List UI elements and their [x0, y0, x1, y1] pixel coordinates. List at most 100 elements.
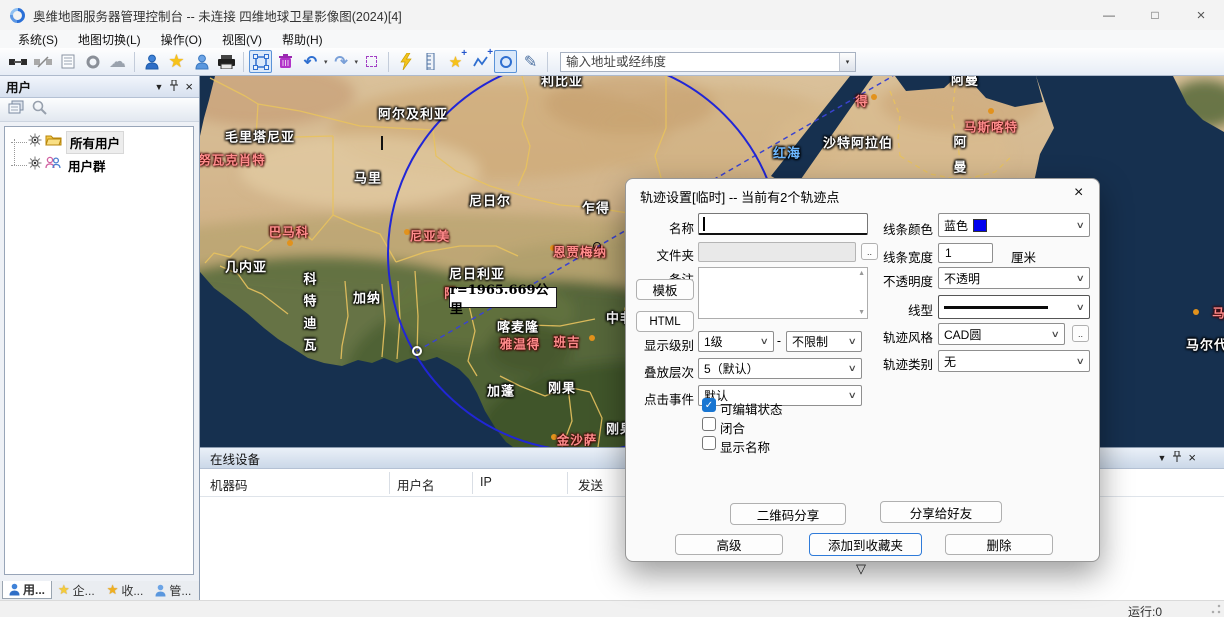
cloud-icon[interactable]: ☁	[106, 50, 129, 73]
dialog-close-icon[interactable]: ×	[1074, 184, 1083, 202]
disconnect-icon[interactable]	[31, 50, 54, 73]
add-favorite-icon[interactable]: ★+	[444, 50, 467, 73]
column-separator[interactable]	[472, 472, 473, 494]
menu-system[interactable]: 系统(S)	[8, 31, 68, 48]
track-point-marker[interactable]	[412, 346, 422, 356]
ruler-icon[interactable]	[419, 50, 442, 73]
panel-dropdown-icon[interactable]: ▼	[154, 82, 163, 92]
layers-icon[interactable]	[8, 100, 24, 119]
tree-item-user-groups[interactable]: 用户群	[11, 155, 109, 175]
editable-checkbox[interactable]: ✓	[702, 398, 716, 412]
column-header[interactable]: 用户名	[397, 475, 435, 494]
close-button[interactable]: ×	[1178, 0, 1224, 30]
add-favorite-button[interactable]: 添加到收藏夹	[809, 533, 922, 556]
column-separator[interactable]	[567, 472, 568, 494]
address-dropdown-icon[interactable]: ▾	[839, 53, 855, 71]
z-order-select[interactable]: 5（默认）∨	[698, 358, 862, 379]
qr-share-button[interactable]: 二维码分享	[730, 503, 846, 525]
minimize-button[interactable]: —	[1086, 0, 1132, 30]
user-icon[interactable]	[140, 50, 163, 73]
display-level-from-select[interactable]: 1级∨	[698, 331, 774, 352]
name-input[interactable]	[698, 213, 868, 235]
select-region-icon[interactable]	[360, 50, 383, 73]
track-class-select[interactable]: 无∨	[938, 350, 1090, 372]
display-level-to-select[interactable]: 不限制∨	[786, 331, 862, 352]
sync-icon[interactable]	[81, 50, 104, 73]
show-name-checkbox-label[interactable]: 显示名称	[720, 437, 770, 456]
advanced-button[interactable]: 高级	[675, 534, 783, 555]
column-header[interactable]: 发送	[578, 475, 603, 494]
column-header[interactable]: IP	[480, 475, 492, 489]
tab-favorites[interactable]: ★ 收...	[101, 581, 150, 599]
lightning-icon[interactable]	[394, 50, 417, 73]
show-name-checkbox[interactable]	[702, 436, 716, 450]
delete-button[interactable]: 删除	[945, 534, 1053, 555]
tab-admin[interactable]: 管...	[149, 581, 197, 599]
share-friend-button[interactable]: 分享给好友	[880, 501, 1002, 523]
panel-pin-icon[interactable]	[170, 78, 178, 96]
html-button[interactable]: HTML	[636, 311, 694, 332]
pencil-icon[interactable]: ✎	[519, 50, 542, 73]
line-type-label: 线型	[871, 300, 933, 319]
address-input[interactable]	[561, 55, 839, 69]
scroll-down-icon[interactable]: ▼	[858, 309, 865, 316]
remark-textarea[interactable]: ▲ ▼	[698, 267, 868, 319]
editable-checkbox-label[interactable]: 可编辑状态	[720, 399, 783, 418]
tab-enterprise[interactable]: ★ 企...	[52, 581, 101, 599]
dialog-expand-icon[interactable]: ▽	[856, 561, 866, 577]
closed-checkbox-label[interactable]: 闭合	[720, 418, 745, 437]
delete-icon[interactable]	[274, 50, 297, 73]
resize-grip[interactable]	[1211, 604, 1221, 614]
track-style-browse-button[interactable]: ..	[1072, 325, 1089, 342]
opacity-select[interactable]: 不透明∨	[938, 267, 1090, 289]
panel-close-icon[interactable]: ×	[185, 82, 193, 92]
column-header[interactable]: 机器码	[210, 475, 248, 494]
redo-icon[interactable]: ↷	[330, 50, 353, 73]
tab-users[interactable]: 用...	[2, 581, 52, 599]
connect-icon[interactable]	[6, 50, 29, 73]
city-dot	[988, 108, 994, 114]
printer-icon[interactable]	[215, 50, 238, 73]
report-list-icon[interactable]	[56, 50, 79, 73]
menu-help[interactable]: 帮助(H)	[272, 31, 333, 48]
panel-pin-icon[interactable]	[1173, 449, 1181, 467]
undo-dropdown-icon[interactable]: ▾	[324, 58, 328, 66]
menu-view[interactable]: 视图(V)	[212, 31, 272, 48]
track-style-select[interactable]: CAD圆∨	[938, 323, 1065, 345]
maximize-button[interactable]: □	[1132, 0, 1178, 30]
map-label: 努瓦克肖特	[200, 150, 266, 169]
menu-operation[interactable]: 操作(O)	[151, 31, 212, 48]
tree-item-label[interactable]: 用户群	[65, 155, 109, 176]
search-icon[interactable]	[32, 100, 47, 120]
scroll-up-icon[interactable]: ▲	[858, 270, 865, 277]
line-color-label: 线条颜色	[871, 219, 933, 238]
tree-connector	[11, 165, 27, 166]
closed-checkbox[interactable]	[702, 417, 716, 431]
visibility-eye-icon[interactable]	[27, 133, 43, 152]
panel-close-icon[interactable]: ×	[1188, 453, 1196, 463]
favorites-star-icon[interactable]: ★	[165, 50, 188, 73]
menu-map-switch[interactable]: 地图切换(L)	[68, 31, 151, 48]
visibility-eye-icon[interactable]	[27, 156, 43, 175]
map-label: 刚果	[548, 378, 576, 397]
undo-icon[interactable]: ↶	[299, 50, 322, 73]
line-color-select[interactable]: 蓝色∨	[938, 213, 1090, 237]
users-panel-toolbar	[0, 98, 199, 122]
panel-dropdown-icon[interactable]: ▼	[1157, 453, 1166, 463]
toolbar-separator	[388, 52, 389, 72]
adjust-tool-icon[interactable]	[249, 50, 272, 73]
user-light-icon[interactable]	[190, 50, 213, 73]
user-icon	[9, 583, 20, 596]
line-width-input[interactable]: 1	[938, 243, 993, 263]
template-button[interactable]: 模板	[636, 279, 694, 300]
map-label: 金沙萨	[557, 430, 598, 448]
tree-item-all-users[interactable]: 所有用户	[11, 132, 124, 152]
tree-item-label[interactable]: 所有用户	[66, 131, 124, 154]
map-label: 阿尔及利亚	[378, 104, 448, 123]
add-track-icon[interactable]: +	[469, 50, 492, 73]
column-separator[interactable]	[389, 472, 390, 494]
redo-dropdown-icon[interactable]: ▾	[355, 58, 359, 66]
draw-circle-tool-icon[interactable]	[494, 50, 517, 73]
line-type-select[interactable]: ∨	[938, 295, 1090, 319]
map-label: 班吉	[553, 332, 580, 351]
